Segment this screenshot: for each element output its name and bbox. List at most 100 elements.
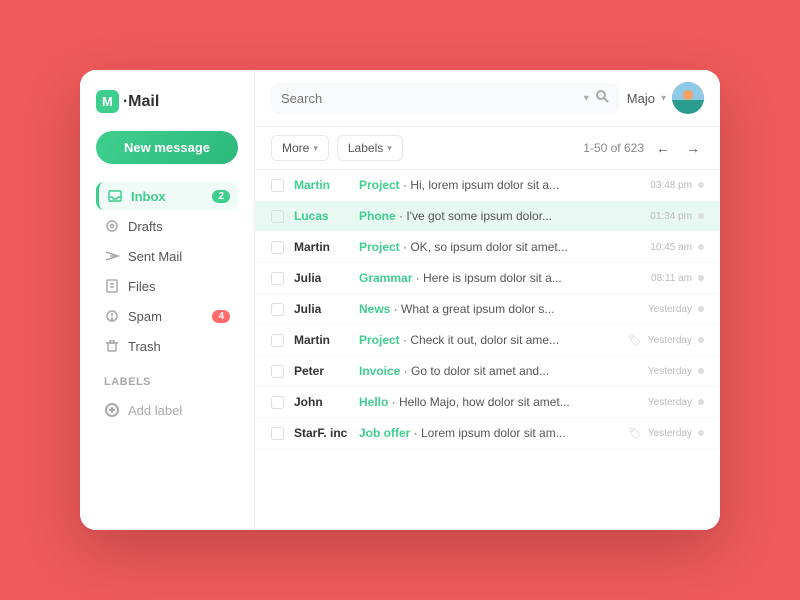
sidebar: M ·Mail New message Inbox 2 Drafts Sent … — [80, 70, 255, 530]
email-sender: Martin — [294, 178, 359, 192]
email-time: 10:45 am — [650, 242, 692, 253]
email-dot — [698, 337, 704, 343]
email-checkbox[interactable] — [271, 210, 284, 223]
table-row[interactable]: Martin Project · Check it out, dolor sit… — [255, 325, 720, 356]
email-checkbox[interactable] — [271, 396, 284, 409]
new-message-button[interactable]: New message — [96, 131, 238, 164]
search-input[interactable] — [281, 91, 584, 106]
email-checkbox[interactable] — [271, 303, 284, 316]
email-time: 08:11 am — [651, 273, 692, 284]
add-label-text: Add label — [128, 403, 182, 418]
sidebar-item-label: Trash — [128, 339, 230, 354]
email-time: Yesterday — [648, 335, 692, 346]
email-subject-text: · Check it out, dolor sit ame... — [400, 333, 559, 347]
email-subject: Grammar · Here is ipsum dolor sit a... — [359, 271, 651, 285]
logo: M ·Mail — [96, 90, 238, 113]
email-dot — [698, 306, 704, 312]
more-chevron-icon: ▾ — [313, 143, 318, 154]
email-meta: Yesterday — [648, 397, 704, 408]
pagination: 1-50 of 623 ← → — [583, 138, 704, 158]
sidebar-item-trash[interactable]: Trash — [96, 332, 238, 360]
email-time: Yesterday — [648, 397, 692, 408]
email-sender: Martin — [294, 333, 359, 347]
email-meta: Yesterday — [648, 366, 704, 377]
sidebar-item-drafts[interactable]: Drafts — [96, 212, 238, 240]
main-panel: ▾ Majo ▾ — [255, 70, 720, 530]
labels-section: Labels Add label — [96, 376, 238, 424]
email-dot — [698, 399, 704, 405]
email-checkbox[interactable] — [271, 334, 284, 347]
pagination-text: 1-50 of 623 — [583, 141, 644, 155]
email-subject: Invoice · Go to dolor sit amet and... — [359, 364, 648, 378]
table-row[interactable]: Julia Grammar · Here is ipsum dolor sit … — [255, 263, 720, 294]
table-row[interactable]: Peter Invoice · Go to dolor sit amet and… — [255, 356, 720, 387]
trash-icon — [104, 338, 120, 354]
table-row[interactable]: Lucas Phone · I've got some ipsum dolor.… — [255, 201, 720, 232]
email-subject-label: Phone — [359, 209, 396, 223]
email-subject-label: Project — [359, 240, 400, 254]
email-checkbox[interactable] — [271, 272, 284, 285]
table-row[interactable]: Martin Project · Hi, lorem ipsum dolor s… — [255, 170, 720, 201]
sidebar-item-spam[interactable]: Spam 4 — [96, 302, 238, 330]
email-checkbox[interactable] — [271, 427, 284, 440]
user-chevron-icon: ▾ — [661, 93, 666, 104]
next-page-button[interactable]: → — [682, 138, 704, 158]
search-icon[interactable] — [595, 89, 609, 108]
user-area[interactable]: Majo ▾ — [627, 82, 704, 114]
user-name: Majo — [627, 91, 655, 106]
email-subject-text: · Hello Majo, how dolor sit amet... — [388, 395, 569, 409]
email-checkbox[interactable] — [271, 179, 284, 192]
email-meta: 🏷 Yesterday — [628, 334, 704, 347]
email-subject-text: · OK, so ipsum dolor sit amet... — [400, 240, 568, 254]
email-dot — [698, 275, 704, 281]
toolbar: More ▾ Labels ▾ 1-50 of 623 ← → — [255, 127, 720, 170]
email-subject-label: Job offer — [359, 426, 410, 440]
inbox-icon — [107, 188, 123, 204]
email-checkbox[interactable] — [271, 241, 284, 254]
email-subject: Job offer · Lorem ipsum dolor sit am... — [359, 426, 628, 440]
email-meta: 10:45 am — [650, 242, 704, 253]
table-row[interactable]: Martin Project · OK, so ipsum dolor sit … — [255, 232, 720, 263]
email-subject-label: Invoice — [359, 364, 400, 378]
inbox-badge: 2 — [212, 190, 230, 203]
email-meta: Yesterday — [648, 304, 704, 315]
email-meta: 🏷 Yesterday — [628, 427, 704, 440]
email-subject: Project · OK, so ipsum dolor sit amet... — [359, 240, 650, 254]
email-subject-text: · Here is ipsum dolor sit a... — [412, 271, 561, 285]
email-sender: Julia — [294, 271, 359, 285]
table-row[interactable]: John Hello · Hello Majo, how dolor sit a… — [255, 387, 720, 418]
email-subject-label: Project — [359, 333, 400, 347]
sidebar-item-label: Drafts — [128, 219, 230, 234]
email-meta: 08:11 am — [651, 273, 704, 284]
table-row[interactable]: StarF. inc Job offer · Lorem ipsum dolor… — [255, 418, 720, 449]
labels-chevron-icon: ▾ — [387, 143, 392, 154]
spam-badge: 4 — [212, 310, 230, 323]
email-meta: 01:34 pm — [650, 211, 704, 222]
sidebar-item-label: Sent Mail — [128, 249, 230, 264]
sidebar-item-label: Files — [128, 279, 230, 294]
email-meta: 03:48 pm — [650, 180, 704, 191]
email-dot — [698, 368, 704, 374]
more-button[interactable]: More ▾ — [271, 135, 329, 161]
sidebar-item-inbox[interactable]: Inbox 2 — [96, 182, 238, 210]
logo-text: ·Mail — [123, 93, 159, 111]
email-subject-text: · I've got some ipsum dolor... — [396, 209, 552, 223]
email-subject-text: · Lorem ipsum dolor sit am... — [410, 426, 565, 440]
sidebar-item-label: Spam — [128, 309, 212, 324]
email-subject-label: Grammar — [359, 271, 412, 285]
prev-page-button[interactable]: ← — [652, 138, 674, 158]
spam-icon — [104, 308, 120, 324]
table-row[interactable]: Julia News · What a great ipsum dolor s.… — [255, 294, 720, 325]
sidebar-item-files[interactable]: Files — [96, 272, 238, 300]
sent-icon — [104, 248, 120, 264]
labels-button[interactable]: Labels ▾ — [337, 135, 403, 161]
avatar — [672, 82, 704, 114]
email-checkbox[interactable] — [271, 365, 284, 378]
sidebar-item-label: Inbox — [131, 189, 212, 204]
sidebar-item-sent[interactable]: Sent Mail — [96, 242, 238, 270]
email-subject-label: Project — [359, 178, 400, 192]
email-sender: Peter — [294, 364, 359, 378]
add-label-button[interactable]: Add label — [96, 396, 238, 424]
email-dot — [698, 244, 704, 250]
plus-icon — [104, 402, 120, 418]
